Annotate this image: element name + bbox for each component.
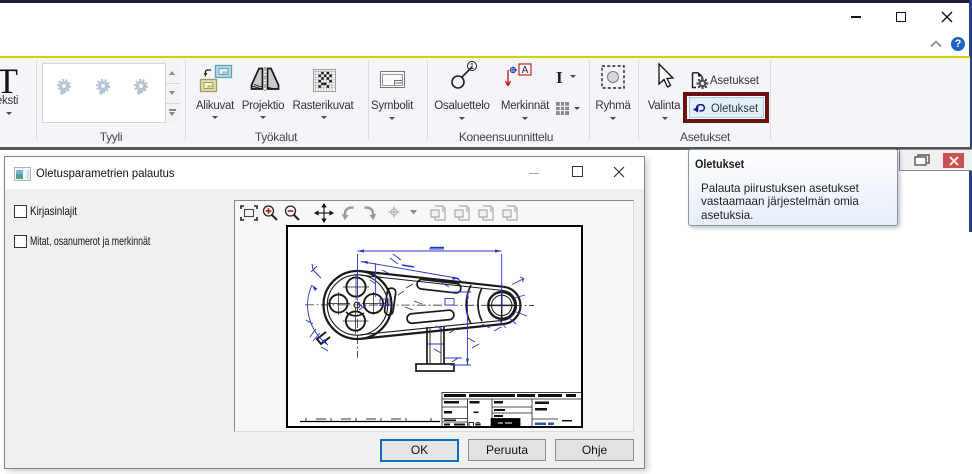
svg-text:A: A [522,65,529,76]
svg-text:1: 1 [470,62,475,71]
